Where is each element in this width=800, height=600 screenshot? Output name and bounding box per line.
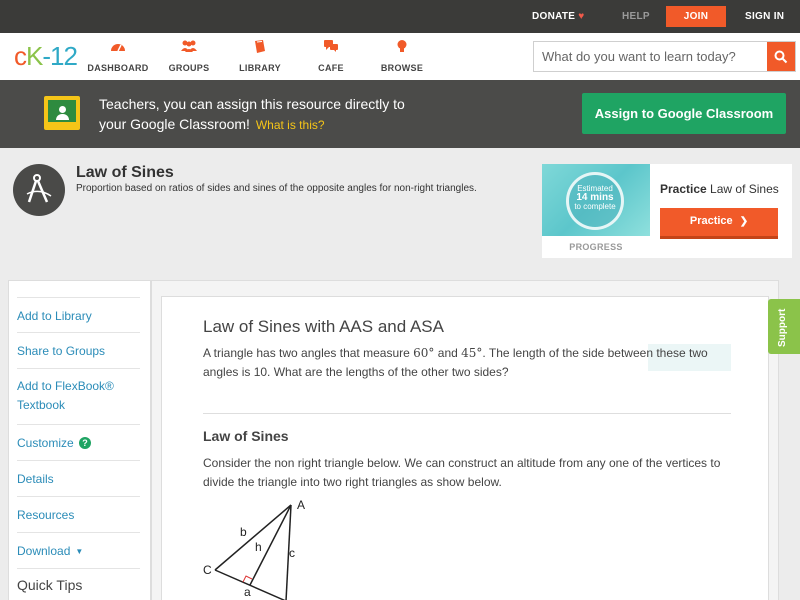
sidebar-item-add-to-library[interactable]: Add to Library (17, 297, 140, 333)
law-of-sines-paragraph: Consider the non right triangle below. W… (203, 456, 721, 489)
sign-in-link[interactable]: SIGN IN (745, 0, 784, 33)
practice-title-rest: Law of Sines (710, 182, 779, 196)
heart-icon: ♥ (578, 11, 585, 22)
quick-tips-heading[interactable]: Quick Tips (17, 577, 82, 593)
nav-cafe[interactable]: CAFE (296, 39, 366, 76)
groups-icon (154, 39, 224, 55)
nav-groups[interactable]: GROUPS (154, 39, 224, 76)
concept-title: Law of Sines (76, 164, 174, 181)
estimated-time: Estimated 14 mins to complete (566, 184, 624, 211)
vertex-a-label: A (297, 498, 305, 512)
triangle-side-b (214, 504, 292, 571)
progress-label: PROGRESS (569, 242, 623, 252)
ck12-logo[interactable]: cK-12 (14, 41, 78, 71)
logo-k: K (26, 41, 43, 71)
nav-library-label: LIBRARY (239, 63, 281, 73)
problem-text: A triangle has two angles that measure 6… (203, 344, 733, 382)
nav-dashboard-label: DASHBOARD (87, 63, 149, 73)
donate-link[interactable]: DONATE ♥ (532, 0, 585, 33)
nav-groups-label: GROUPS (168, 63, 210, 73)
banner-text: Teachers, you can assign this resource d… (99, 94, 519, 135)
join-button[interactable]: JOIN (666, 6, 726, 27)
practice-thumbnail: Estimated 14 mins to complete (542, 164, 650, 236)
law-of-sines-heading: Law of Sines (203, 428, 289, 444)
support-label: Support (777, 308, 788, 347)
support-tab[interactable]: Support (768, 299, 800, 354)
compass-icon (13, 164, 65, 216)
right-angle-mark (242, 575, 253, 583)
sidebar-item-label: Add to Library (17, 309, 92, 323)
to-complete-label: to complete (574, 202, 616, 211)
lightbulb-icon (367, 39, 437, 55)
classroom-board (48, 100, 76, 122)
angle-1: 60° (413, 346, 435, 360)
vertex-c-label: C (203, 563, 212, 577)
altitude-h-label: h (255, 540, 262, 554)
caret-down-icon: ▼ (75, 547, 84, 556)
dashboard-icon (83, 39, 153, 55)
sidebar-item-label: Share to Groups (17, 344, 106, 358)
sidebar-item-label: Customize (17, 436, 74, 450)
practice-button[interactable]: Practice ❯ (660, 208, 778, 239)
sidebar-item-label: Add to FlexBook® Textbook (17, 379, 114, 412)
banner-line-1: Teachers, you can assign this resource d… (99, 96, 405, 112)
sidebar-item-share-to-groups[interactable]: Share to Groups (17, 333, 140, 369)
sidebar-item-customize[interactable]: Customize ? (17, 425, 140, 461)
sidebar-item-download[interactable]: Download ▼ (17, 533, 140, 569)
sidebar-item-label: Download (17, 544, 71, 558)
chat-bubbles-icon (296, 39, 366, 55)
problem-and: and (437, 346, 458, 360)
nav-cafe-label: CAFE (318, 63, 344, 73)
side-a-label: a (244, 585, 251, 599)
side-b-label: b (240, 525, 247, 539)
nav-dashboard[interactable]: DASHBOARD (83, 39, 153, 76)
section-title: Law of Sines with AAS and ASA (203, 317, 444, 336)
practice-title-bold: Practice (660, 182, 707, 196)
nav-bar: cK-12 DASHBOARD GROUPS LIBRARY CAFE BROW… (0, 33, 800, 80)
sidebar-item-resources[interactable]: Resources (17, 497, 140, 533)
help-icon[interactable]: ? (79, 437, 92, 449)
logo-c: c (14, 41, 27, 71)
sidebar-item-label: Resources (17, 508, 75, 522)
banner-line-2: your Google Classroom! (99, 116, 250, 132)
classroom-person-body (56, 114, 69, 120)
angle-2: 45° (461, 346, 483, 360)
sidebar-item-label: Details (17, 472, 54, 486)
practice-card: Estimated 14 mins to complete PROGRESS P… (542, 164, 792, 258)
chevron-right-icon: ❯ (739, 216, 749, 227)
nav-browse-label: BROWSE (380, 63, 424, 73)
search-input[interactable] (534, 42, 767, 71)
top-bar: DONATE ♥ HELP JOIN SIGN IN (0, 0, 800, 33)
help-link[interactable]: HELP (622, 0, 650, 33)
search-box (533, 41, 796, 72)
practice-title: Practice Law of Sines (660, 182, 779, 196)
sidebar-item-details[interactable]: Details (17, 461, 140, 497)
library-icon (225, 39, 295, 55)
nav-library[interactable]: LIBRARY (225, 39, 295, 76)
logo-12: -12 (42, 41, 78, 71)
classroom-person-head (59, 106, 66, 113)
what-is-this-link[interactable]: What is this? (256, 118, 325, 132)
assign-to-google-classroom-button[interactable]: Assign to Google Classroom (582, 93, 786, 134)
divider (203, 413, 731, 414)
sidebar-item-add-to-flexbook[interactable]: Add to FlexBook® Textbook (17, 369, 140, 425)
concept-description: Proportion based on ratios of sides and … (76, 183, 477, 194)
concept-header: Law of Sines Proportion based on ratios … (0, 148, 800, 266)
main-content: Law of Sines with AAS and ASA A triangle… (161, 296, 769, 600)
problem-text-a: A triangle has two angles that measure (203, 346, 410, 360)
nav-browse[interactable]: BROWSE (367, 39, 437, 76)
sidebar: Add to Library Share to Groups Add to Fl… (8, 280, 151, 600)
google-classroom-icon (44, 96, 80, 130)
search-button[interactable] (767, 42, 795, 71)
practice-button-label: Practice (689, 215, 733, 227)
search-icon (774, 50, 788, 63)
side-c-label: c (289, 546, 295, 560)
donate-label: DONATE (532, 11, 576, 22)
triangle-diagram: A b h c C a (203, 498, 305, 600)
